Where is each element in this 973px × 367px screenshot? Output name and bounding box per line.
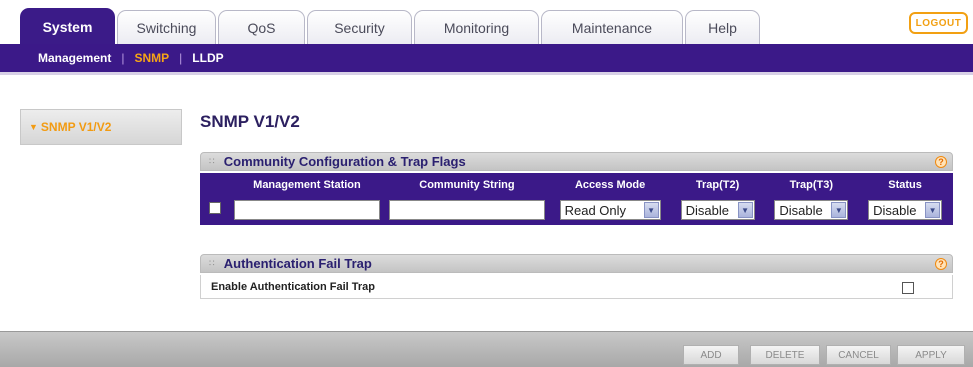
- tab-help[interactable]: Help: [685, 10, 760, 44]
- chevron-down-icon: ▼: [925, 202, 941, 218]
- trap-t3-value: Disable: [779, 202, 823, 218]
- status-select[interactable]: Disable ▼: [868, 200, 943, 220]
- add-button[interactable]: ADD: [683, 345, 739, 365]
- access-mode-value: Read Only: [564, 202, 627, 218]
- column-header-trap-t3: Trap(T3): [765, 175, 858, 195]
- sidebar-item-label: SNMP V1/V2: [40, 120, 112, 134]
- help-icon[interactable]: ?: [935, 156, 947, 168]
- trap-t2-cell: Disable ▼: [671, 197, 764, 223]
- status-cell: Disable ▼: [859, 197, 951, 223]
- tab-maintenance[interactable]: Maintenance: [541, 10, 683, 44]
- table-row: Read Only ▼ Disable ▼ Disable ▼ Disable: [202, 197, 951, 223]
- community-string-cell: [385, 197, 549, 223]
- sidebar-item-snmp-v1-v2[interactable]: ▼ SNMP V1/V2: [20, 109, 182, 145]
- subnav-separator: |: [179, 51, 183, 65]
- top-nav: System Switching QoS Security Monitoring…: [0, 0, 973, 44]
- page-title: SNMP V1/V2: [200, 112, 300, 131]
- chevron-down-icon: ▼: [643, 202, 659, 218]
- tab-security[interactable]: Security: [307, 10, 412, 44]
- auth-trap-row: Enable Authentication Fail Trap: [200, 275, 953, 299]
- subnav-separator: |: [121, 51, 125, 65]
- access-mode-cell: Read Only ▼: [550, 197, 670, 223]
- community-table: Management Station Community String Acce…: [200, 173, 953, 225]
- subnav-snmp[interactable]: SNMP: [134, 51, 169, 65]
- select-column-header: [202, 175, 229, 195]
- subnav-management[interactable]: Management: [38, 51, 111, 65]
- action-bar: ADD DELETE CANCEL APPLY: [0, 331, 973, 367]
- tab-system[interactable]: System: [20, 8, 115, 44]
- tab-qos[interactable]: QoS: [218, 10, 305, 44]
- subnav-lldp[interactable]: LLDP: [192, 51, 223, 65]
- auth-trap-panel-header: ∷ Authentication Fail Trap ?: [200, 254, 953, 273]
- row-select-cell: [202, 197, 229, 223]
- column-header-status: Status: [859, 175, 951, 195]
- chevron-down-icon: ▼: [737, 202, 753, 218]
- management-station-input[interactable]: [233, 200, 381, 220]
- column-header-community-string: Community String: [385, 175, 549, 195]
- cancel-button[interactable]: CANCEL: [826, 345, 891, 365]
- column-header-trap-t2: Trap(T2): [671, 175, 764, 195]
- community-string-input[interactable]: [388, 200, 546, 220]
- column-header-management-station: Management Station: [230, 175, 384, 195]
- grip-icon: ∷: [209, 258, 215, 268]
- trap-t3-select[interactable]: Disable ▼: [774, 200, 849, 220]
- help-icon[interactable]: ?: [935, 258, 947, 270]
- column-header-access-mode: Access Mode: [550, 175, 670, 195]
- community-panel-header: ∷ Community Configuration & Trap Flags ?: [200, 152, 953, 171]
- tab-monitoring[interactable]: Monitoring: [414, 10, 539, 44]
- grip-icon: ∷: [209, 156, 215, 166]
- logout-button[interactable]: LOGOUT: [909, 12, 968, 34]
- chevron-down-icon: ▼: [29, 122, 38, 132]
- trap-t3-cell: Disable ▼: [765, 197, 858, 223]
- chevron-down-icon: ▼: [831, 202, 847, 218]
- apply-button[interactable]: APPLY: [897, 345, 965, 365]
- management-station-cell: [230, 197, 384, 223]
- tab-switching[interactable]: Switching: [117, 10, 216, 44]
- access-mode-select[interactable]: Read Only ▼: [559, 200, 661, 220]
- trap-t2-value: Disable: [685, 202, 729, 218]
- community-panel-title: Community Configuration & Trap Flags: [223, 154, 466, 169]
- trap-t2-select[interactable]: Disable ▼: [680, 200, 755, 220]
- status-value: Disable: [873, 202, 917, 218]
- auth-trap-checkbox[interactable]: [902, 282, 914, 294]
- auth-trap-label: Enable Authentication Fail Trap: [211, 280, 376, 293]
- sub-nav: Management | SNMP | LLDP: [0, 44, 973, 75]
- delete-button[interactable]: DELETE: [750, 345, 820, 365]
- row-select-checkbox[interactable]: [209, 202, 222, 214]
- main-tabs: System Switching QoS Security Monitoring…: [20, 8, 762, 44]
- auth-trap-panel-title: Authentication Fail Trap: [223, 256, 372, 271]
